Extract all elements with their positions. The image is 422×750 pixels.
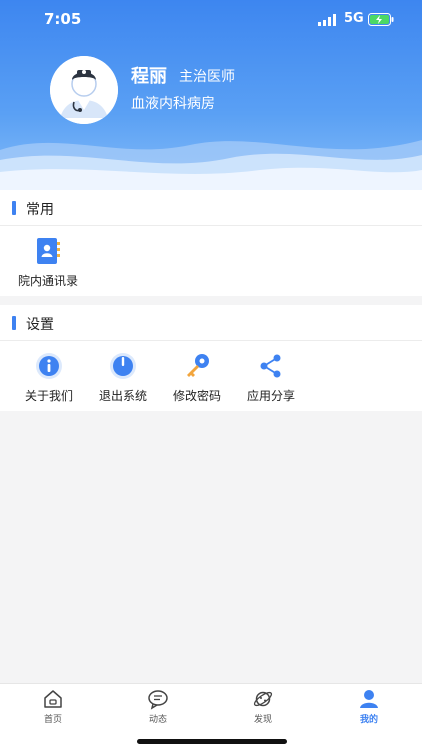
- item-directory[interactable]: 院内通讯录: [10, 236, 86, 289]
- message-icon: [148, 690, 168, 710]
- share-app-label: 应用分享: [246, 389, 295, 403]
- key-icon: [187, 354, 209, 377]
- network-type: 5G: [344, 11, 364, 26]
- settings-section: 设置 关于我们 退出系统 修改密码 应用分享: [0, 305, 422, 411]
- tab-feed[interactable]: 动态: [128, 688, 188, 725]
- about-us-label: 关于我们: [24, 389, 73, 403]
- section-accent-bar: [12, 316, 16, 330]
- doctor-title: 主治医师: [179, 69, 235, 85]
- tab-home-label: 首页: [43, 715, 62, 725]
- home-indicator: [137, 739, 287, 744]
- logout-button[interactable]: 退出系统: [92, 351, 154, 404]
- status-time: 7:05: [44, 10, 82, 28]
- doctor-name: 程丽: [131, 66, 167, 87]
- common-section-title: 常用: [26, 202, 54, 218]
- status-bar: 7:05 5G: [0, 0, 422, 40]
- tab-discover[interactable]: 发现: [233, 688, 293, 725]
- power-icon: [110, 353, 136, 379]
- share-icon: [260, 354, 281, 378]
- doctor-department: 血液内科病房: [131, 96, 215, 112]
- settings-section-header: 设置: [0, 305, 422, 341]
- planet-icon: [253, 691, 273, 707]
- change-password-button[interactable]: 修改密码: [166, 351, 228, 404]
- profile-icon: [360, 690, 378, 708]
- home-icon: [44, 690, 62, 708]
- about-us-button[interactable]: 关于我们: [18, 351, 80, 404]
- tab-home[interactable]: 首页: [23, 688, 83, 725]
- address-book-icon: [37, 238, 60, 264]
- signal-icon: [318, 14, 336, 26]
- change-password-label: 修改密码: [172, 389, 221, 403]
- common-section: 常用 院内通讯录: [0, 190, 422, 296]
- info-icon: [36, 353, 62, 379]
- logout-label: 退出系统: [98, 389, 147, 403]
- doctor-avatar-icon: [50, 56, 118, 124]
- tab-profile[interactable]: 我的: [339, 688, 399, 725]
- section-accent-bar: [12, 201, 16, 215]
- share-app-button[interactable]: 应用分享: [240, 351, 302, 404]
- wave-decoration: [0, 140, 422, 190]
- tab-feed-label: 动态: [148, 715, 167, 725]
- tab-discover-label: 发现: [253, 715, 272, 725]
- item-directory-label: 院内通讯录: [17, 274, 78, 288]
- tab-profile-label: 我的: [359, 715, 378, 725]
- battery-charging-icon: [368, 13, 394, 26]
- common-section-header: 常用: [0, 190, 422, 226]
- avatar[interactable]: [50, 56, 118, 124]
- settings-section-title: 设置: [26, 317, 54, 333]
